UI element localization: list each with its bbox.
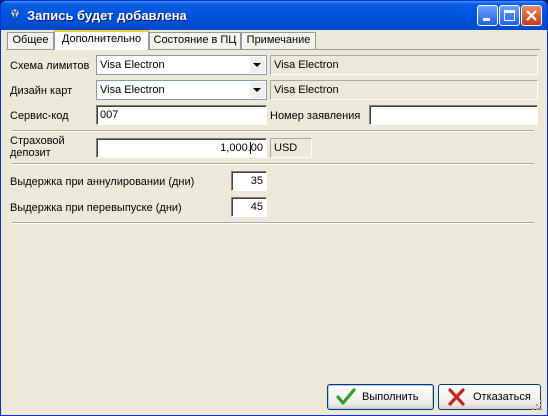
insurance-deposit-label-line2: депозит [10,147,51,159]
currency-value: USD [274,142,298,154]
tab-label: Общее [12,34,49,46]
close-icon [526,10,537,21]
title-bar[interactable]: Запись будет добавлена [1,1,547,30]
maximize-button[interactable] [499,5,520,26]
chevron-down-icon [253,88,261,92]
cancel-button-label: Отказаться [473,391,531,403]
cancel-delay-value: 35 [250,175,263,187]
insurance-deposit-input[interactable]: 1,000.00 [96,138,267,158]
tab-label: Дополнительно [61,33,142,45]
checkmark-icon [336,388,356,405]
divider [12,130,534,132]
card-design-label: Дизайн карт [10,85,73,97]
reissue-delay-value: 45 [250,201,263,213]
currency-readonly: USD [270,138,312,158]
dialog-body: Общее Дополнительно Состояние в ПЦ Приме… [4,30,544,412]
tab-label: Примечание [246,34,311,46]
cancel-button[interactable]: Отказаться [438,384,541,410]
card-design-select[interactable]: Visa Electron [96,80,267,100]
tab-strip: Общее Дополнительно Состояние в ПЦ Приме… [6,30,542,50]
dropdown-button[interactable] [249,57,265,73]
limit-scheme-label: Схема лимитов [10,60,90,72]
insurance-deposit-value: 1,000.00 [220,142,263,154]
service-code-input[interactable]: 007 [96,105,267,125]
tab-additional[interactable]: Дополнительно [54,30,149,50]
card-design-readonly-value: Visa Electron [274,84,339,96]
button-bar: Выполнить Отказаться [4,382,544,412]
maximize-icon [504,10,515,21]
limit-scheme-value: Visa Electron [100,59,165,71]
cancel-delay-label: Выдержка при аннулировании (дни) [10,176,195,188]
tab-notes[interactable]: Примечание [241,32,316,49]
application-number-label: Номер заявления [270,110,361,122]
execute-button-label: Выполнить [362,391,419,403]
card-design-readonly: Visa Electron [270,80,538,100]
tab-panel-additional: Схема лимитов Visa Electron Visa Electro… [6,49,540,379]
minimize-button[interactable] [477,5,498,26]
service-code-value: 007 [100,109,119,121]
limit-scheme-readonly-value: Visa Electron [274,59,339,71]
card-design-value: Visa Electron [100,84,165,96]
limit-scheme-select[interactable]: Visa Electron [96,55,267,75]
divider [12,163,534,165]
reissue-delay-input[interactable]: 45 [231,197,267,217]
limit-scheme-readonly: Visa Electron [270,55,538,75]
tab-label: Состояние в ПЦ [153,34,237,46]
tab-general[interactable]: Общее [7,32,54,49]
close-button[interactable] [521,5,542,26]
execute-button[interactable]: Выполнить [327,384,434,410]
text-caret [250,142,251,154]
cancel-delay-input[interactable]: 35 [231,171,267,191]
dialog-frame: Запись будет добавлена Общее Дополнитель… [0,0,548,416]
divider [12,222,534,224]
application-number-input[interactable] [369,105,538,125]
gem-icon [9,8,21,21]
dropdown-button[interactable] [249,82,265,98]
cross-icon [448,388,465,406]
chevron-down-icon [253,63,261,67]
window-title: Запись будет добавлена [27,8,187,23]
service-code-label: Сервис-код [10,110,69,122]
dialog-window: Запись будет добавлена Общее Дополнитель… [0,0,548,416]
minimize-icon [483,18,490,21]
resize-grip-icon[interactable] [532,400,544,412]
tab-pc-state[interactable]: Состояние в ПЦ [149,32,241,49]
reissue-delay-label: Выдержка при перевыпуске (дни) [10,202,182,214]
